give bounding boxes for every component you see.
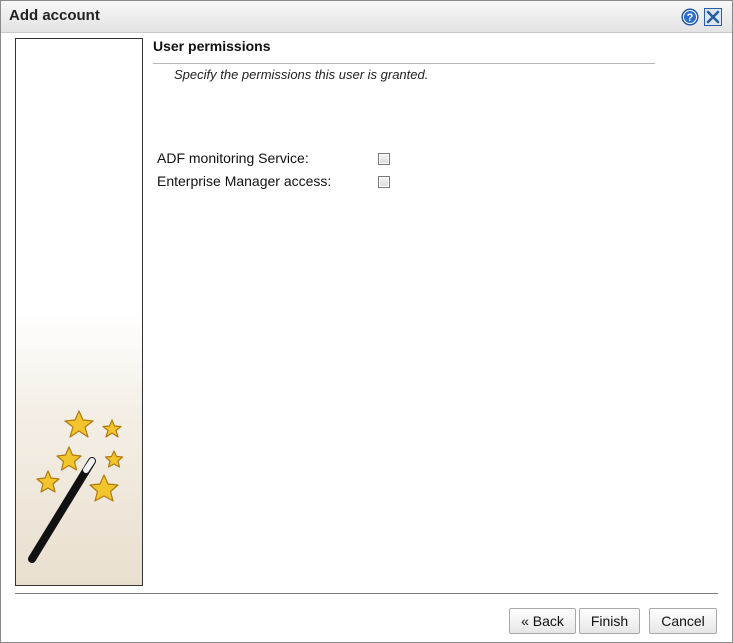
- section-description: Specify the permissions this user is gra…: [174, 67, 429, 82]
- help-icon[interactable]: ?: [681, 8, 699, 26]
- add-account-dialog: Add account ? User permissions Specify t…: [0, 0, 733, 643]
- dialog-title: Add account: [9, 7, 100, 24]
- back-button[interactable]: « Back: [509, 608, 576, 634]
- close-icon[interactable]: [704, 8, 722, 26]
- magic-wand-icon: [28, 410, 124, 563]
- cancel-button[interactable]: Cancel: [649, 608, 717, 634]
- dialog-titlebar: Add account ?: [1, 1, 732, 33]
- adf-monitoring-checkbox[interactable]: [378, 153, 390, 165]
- permission-label: ADF monitoring Service:: [157, 150, 309, 166]
- finish-button[interactable]: Finish: [579, 608, 640, 634]
- permission-label: Enterprise Manager access:: [157, 173, 332, 189]
- enterprise-manager-checkbox[interactable]: [378, 176, 390, 188]
- footer-divider: [15, 593, 718, 594]
- svg-text:?: ?: [687, 12, 694, 24]
- section-divider: [153, 63, 655, 64]
- wizard-side-panel: [15, 38, 143, 586]
- section-title: User permissions: [153, 38, 271, 54]
